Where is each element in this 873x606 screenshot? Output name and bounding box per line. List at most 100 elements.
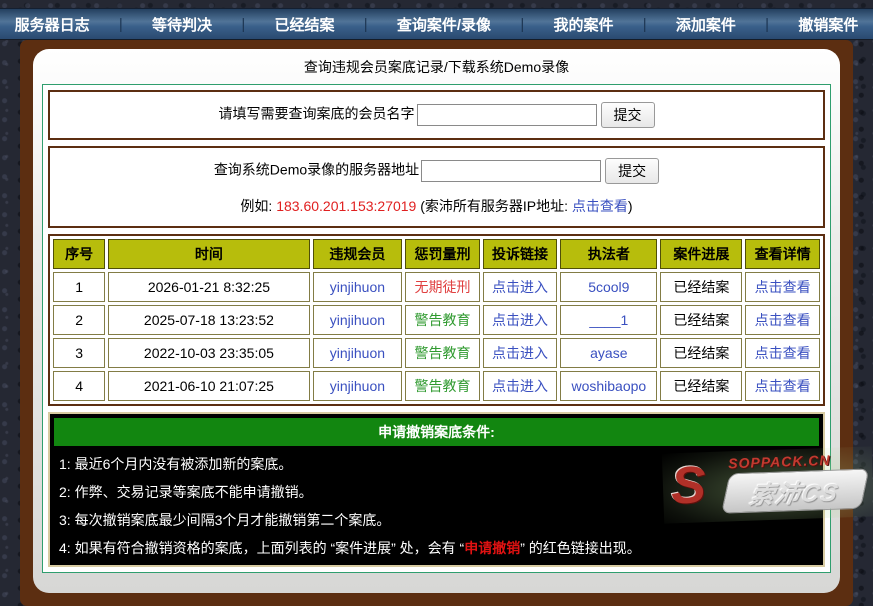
cell-penalty: 无期徒刑 xyxy=(405,272,480,302)
nav-separator: | xyxy=(119,16,123,33)
cell-complaint: 点击进入 xyxy=(483,272,558,302)
cell-member: yinjihuon xyxy=(313,371,403,401)
cell-member: yinjihuon xyxy=(313,338,403,368)
cell-detail: 点击查看 xyxy=(745,371,820,401)
cell-time: 2026-01-21 8:32:25 xyxy=(108,272,309,302)
notice-line-4: 4: 如果有符合撤销资格的案底，上面列表的 “案件进展” 处，会有 “申请撤销”… xyxy=(53,534,820,562)
cell-detail: 点击查看 xyxy=(745,272,820,302)
member-query-label: 请填写需要查询案底的会员名字 xyxy=(219,106,415,122)
col-header-1: 时间 xyxy=(108,239,309,269)
nav-separator: | xyxy=(765,16,769,33)
member-name-input[interactable] xyxy=(417,104,597,126)
cell-no: 3 xyxy=(53,338,105,368)
notice-line-2: 2: 作弊、交易记录等案底不能申请撤销。 xyxy=(53,478,820,506)
cell-no: 2 xyxy=(53,305,105,335)
col-header-7: 查看详情 xyxy=(745,239,820,269)
nav-separator: | xyxy=(241,16,245,33)
cell-member: yinjihuon xyxy=(313,305,403,335)
page-title: 查询违规会员案底记录/下载系统Demo录像 xyxy=(33,49,840,84)
cell-enforcer-link[interactable]: 5cool9 xyxy=(588,279,629,295)
cell-enforcer-link[interactable]: woshibaopo xyxy=(571,378,646,394)
col-header-4: 投诉链接 xyxy=(483,239,558,269)
col-header-3: 惩罚量刑 xyxy=(405,239,480,269)
nav-item-4[interactable]: 我的案件 xyxy=(553,14,613,35)
notice-line-3: 3: 每次撤销案底最少间隔3个月才能撤销第二个案底。 xyxy=(53,506,820,534)
cell-progress: 已经结案 xyxy=(660,371,742,401)
nav-item-2[interactable]: 已经结案 xyxy=(274,14,334,35)
server-ip-list-link[interactable]: 点击查看 xyxy=(572,198,628,214)
main-frame: 查询违规会员案底记录/下载系统Demo录像 请填写需要查询案底的会员名字提交 查… xyxy=(20,40,853,606)
cell-progress: 已经结案 xyxy=(660,272,742,302)
notice-line-1: 1: 最近6个月内没有被添加新的案底。 xyxy=(53,450,820,478)
nav-item-5[interactable]: 添加案件 xyxy=(676,14,736,35)
top-nav: 服务器日志 | 等待判决 | 已经结案 | 查询案件/录像 | 我的案件 | 添加案件 | 撤销案件 xyxy=(0,8,873,40)
cell-complaint-link[interactable]: 点击进入 xyxy=(492,345,548,361)
member-submit-button[interactable]: 提交 xyxy=(601,102,655,128)
cell-detail-link[interactable]: 点击查看 xyxy=(755,378,811,394)
content-area: 请填写需要查询案底的会员名字提交 查询系统Demo录像的服务器地址提交 例如: … xyxy=(42,84,831,573)
cell-member-link[interactable]: yinjihuon xyxy=(330,378,385,394)
nav-separator: | xyxy=(643,16,647,33)
notice-line-4-red: 申请撤销 xyxy=(464,540,520,556)
nav-item-6[interactable]: 撤销案件 xyxy=(798,14,858,35)
col-header-2: 违规会员 xyxy=(313,239,403,269)
cell-member: yinjihuon xyxy=(313,272,403,302)
example-line: 例如: 183.60.201.153:27019 (索沛所有服务器IP地址: 点… xyxy=(50,196,823,216)
cell-enforcer: 5cool9 xyxy=(560,272,657,302)
example-ip: 183.60.201.153:27019 xyxy=(276,198,416,214)
cell-detail: 点击查看 xyxy=(745,338,820,368)
cell-complaint: 点击进入 xyxy=(483,371,558,401)
cell-complaint: 点击进入 xyxy=(483,305,558,335)
cell-no: 1 xyxy=(53,272,105,302)
cell-penalty: 警告教育 xyxy=(405,338,480,368)
cell-detail-link[interactable]: 点击查看 xyxy=(755,312,811,328)
cell-detail-link[interactable]: 点击查看 xyxy=(755,345,811,361)
nav-separator: | xyxy=(364,16,368,33)
records-table: 序号时间违规会员惩罚量刑投诉链接执法者案件进展查看详情12026-01-21 8… xyxy=(48,234,825,406)
cell-progress: 已经结案 xyxy=(660,338,742,368)
notice-header: 申请撤销案底条件: xyxy=(53,417,820,447)
cell-enforcer: ____1 xyxy=(560,305,657,335)
example-prefix: 例如: xyxy=(240,198,276,214)
demo-query-form: 查询系统Demo录像的服务器地址 提交 例如: 183.60.201.153:27… xyxy=(48,146,825,228)
demo-submit-button[interactable]: 提交 xyxy=(605,158,659,184)
panel: 查询违规会员案底记录/下载系统Demo录像 请填写需要查询案底的会员名字提交 查… xyxy=(33,49,840,593)
notice-box: 申请撤销案底条件: 1: 最近6个月内没有被添加新的案底。2: 作弊、交易记录等… xyxy=(48,412,825,567)
notice-line-4-prefix: 4: 如果有符合撤销资格的案底，上面列表的 “案件进展” 处，会有 “ xyxy=(59,540,464,556)
table-row: 22025-07-18 13:23:52yinjihuon警告教育点击进入___… xyxy=(53,305,820,335)
col-header-5: 执法者 xyxy=(560,239,657,269)
server-address-input[interactable] xyxy=(421,160,601,182)
cell-detail-link[interactable]: 点击查看 xyxy=(755,279,811,295)
cell-enforcer-link[interactable]: ayase xyxy=(590,345,627,361)
cell-complaint-link[interactable]: 点击进入 xyxy=(492,312,548,328)
table-row: 12026-01-21 8:32:25 yinjihuon 无期徒刑点击进入 5coo… xyxy=(53,272,820,302)
cell-member-link[interactable]: yinjihuon xyxy=(330,279,385,295)
cell-complaint-link[interactable]: 点击进入 xyxy=(492,279,548,295)
cell-enforcer: woshibaopo xyxy=(560,371,657,401)
nav-item-0[interactable]: 服务器日志 xyxy=(15,14,90,35)
example-mid: (索沛所有服务器IP地址: xyxy=(416,198,572,214)
nav-separator: | xyxy=(520,16,524,33)
cell-member-link[interactable]: yinjihuon xyxy=(330,312,385,328)
cell-member-link[interactable]: yinjihuon xyxy=(330,345,385,361)
nav-item-3[interactable]: 查询案件/录像 xyxy=(397,14,491,35)
cell-penalty: 警告教育 xyxy=(405,371,480,401)
member-query-form: 请填写需要查询案底的会员名字 提交 xyxy=(48,90,825,140)
cell-complaint: 点击进入 xyxy=(483,338,558,368)
table-row: 42021-06-10 21:07:25 yinjihuon 警告教育点击进入 wos… xyxy=(53,371,820,401)
cell-detail: 点击查看 xyxy=(745,305,820,335)
cell-enforcer-link[interactable]: ____1 xyxy=(589,312,628,328)
cell-no: 4 xyxy=(53,371,105,401)
cell-time: 2025-07-18 13:23:52 xyxy=(108,305,309,335)
notice-line-4-suffix: ” 的红色链接出现。 xyxy=(520,540,641,556)
example-suffix: ) xyxy=(628,198,633,214)
demo-query-label: 查询系统Demo录像的服务器地址 xyxy=(214,162,419,178)
col-header-6: 案件进展 xyxy=(660,239,742,269)
table-row: 32022-10-03 23:35:05yinjihuon警告教育点击进入aya… xyxy=(53,338,820,368)
cell-enforcer: ayase xyxy=(560,338,657,368)
cell-complaint-link[interactable]: 点击进入 xyxy=(492,378,548,394)
table-header-row: 序号时间违规会员惩罚量刑投诉链接执法者案件进展查看详情 xyxy=(53,239,820,269)
nav-item-1[interactable]: 等待判决 xyxy=(152,14,212,35)
cell-progress: 已经结案 xyxy=(660,305,742,335)
cell-time: 2021-06-10 21:07:25 xyxy=(108,371,309,401)
